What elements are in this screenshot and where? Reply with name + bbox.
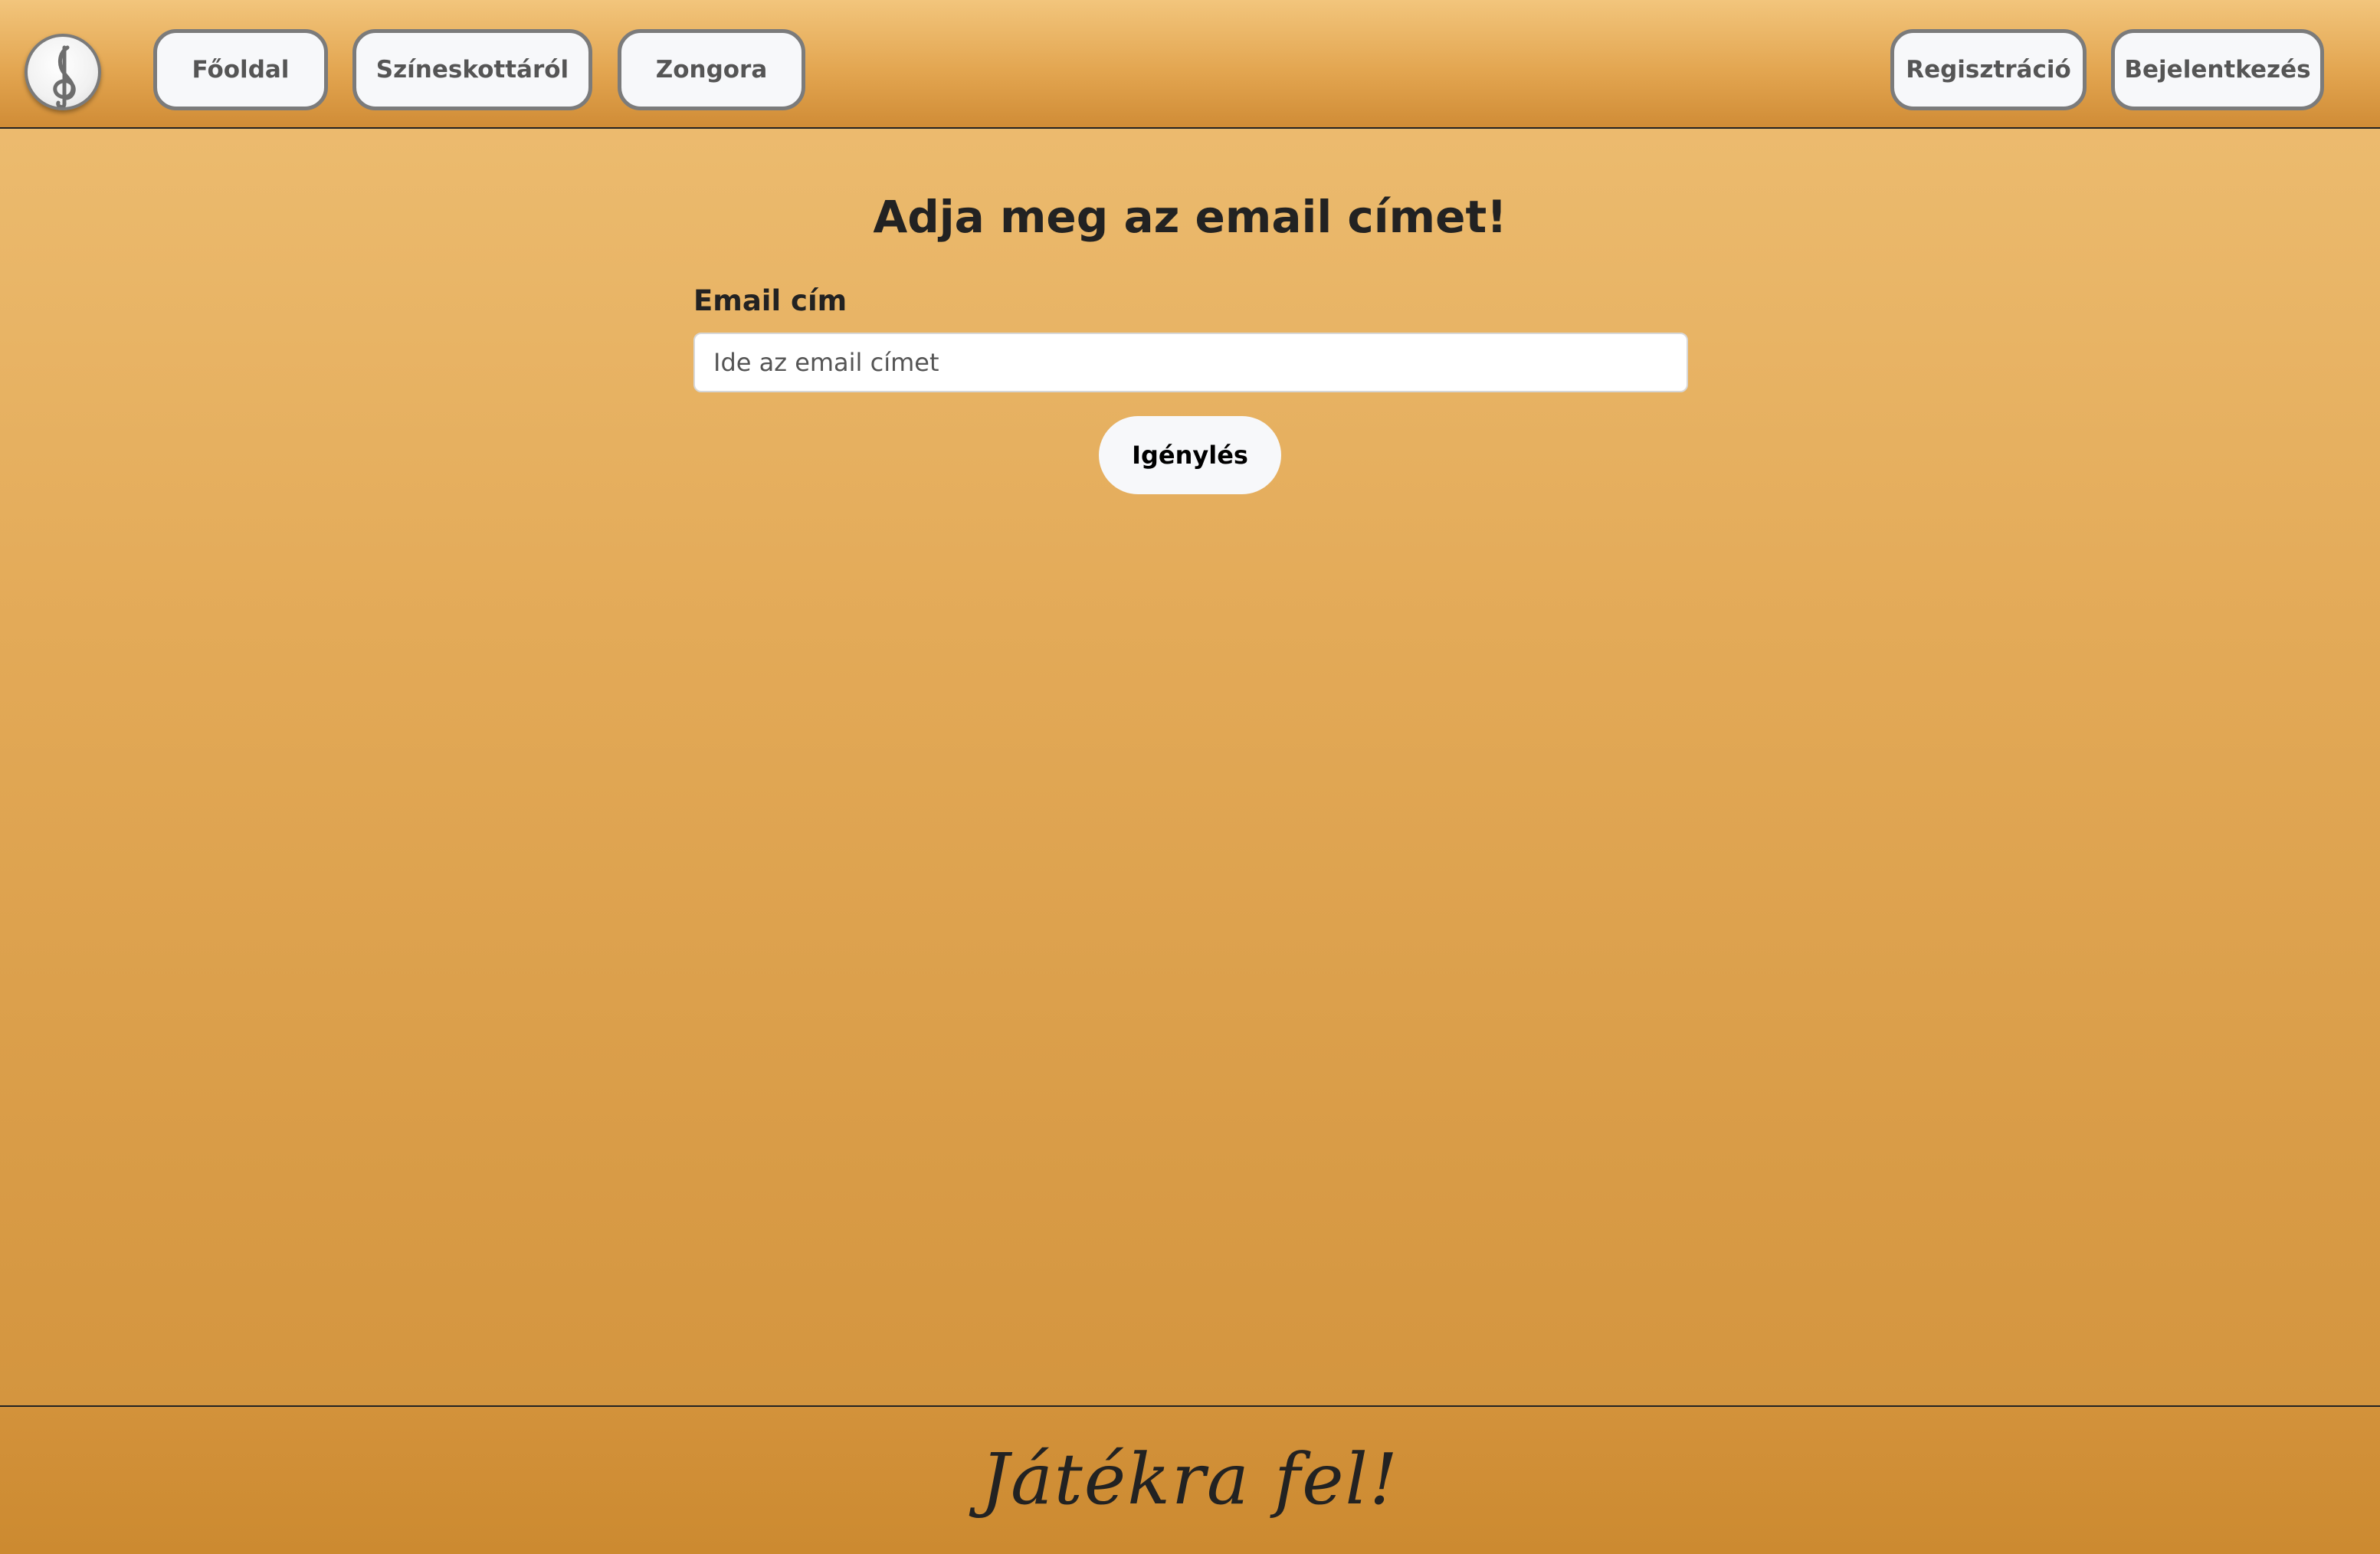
nav-piano-button[interactable]: Zongora — [618, 29, 805, 110]
treble-clef-icon — [53, 45, 76, 107]
login-button[interactable]: Bejelentkezés — [2111, 29, 2324, 110]
email-label: Email cím — [693, 284, 847, 317]
home-logo[interactable] — [25, 34, 101, 110]
top-navbar: Főoldal Színeskottáról Zongora Regisztrá… — [0, 0, 2380, 129]
nav-about-button[interactable]: Színeskottáról — [352, 29, 592, 110]
footer: Játékra fel! — [0, 1405, 2380, 1554]
footer-slogan: Játékra fel! — [981, 1438, 1399, 1520]
request-button[interactable]: Igénylés — [1099, 416, 1281, 494]
nav-home-button[interactable]: Főoldal — [153, 29, 328, 110]
email-input[interactable] — [693, 333, 1688, 392]
register-button[interactable]: Regisztráció — [1890, 29, 2087, 110]
page-title: Adja meg az email címet! — [873, 191, 1507, 243]
